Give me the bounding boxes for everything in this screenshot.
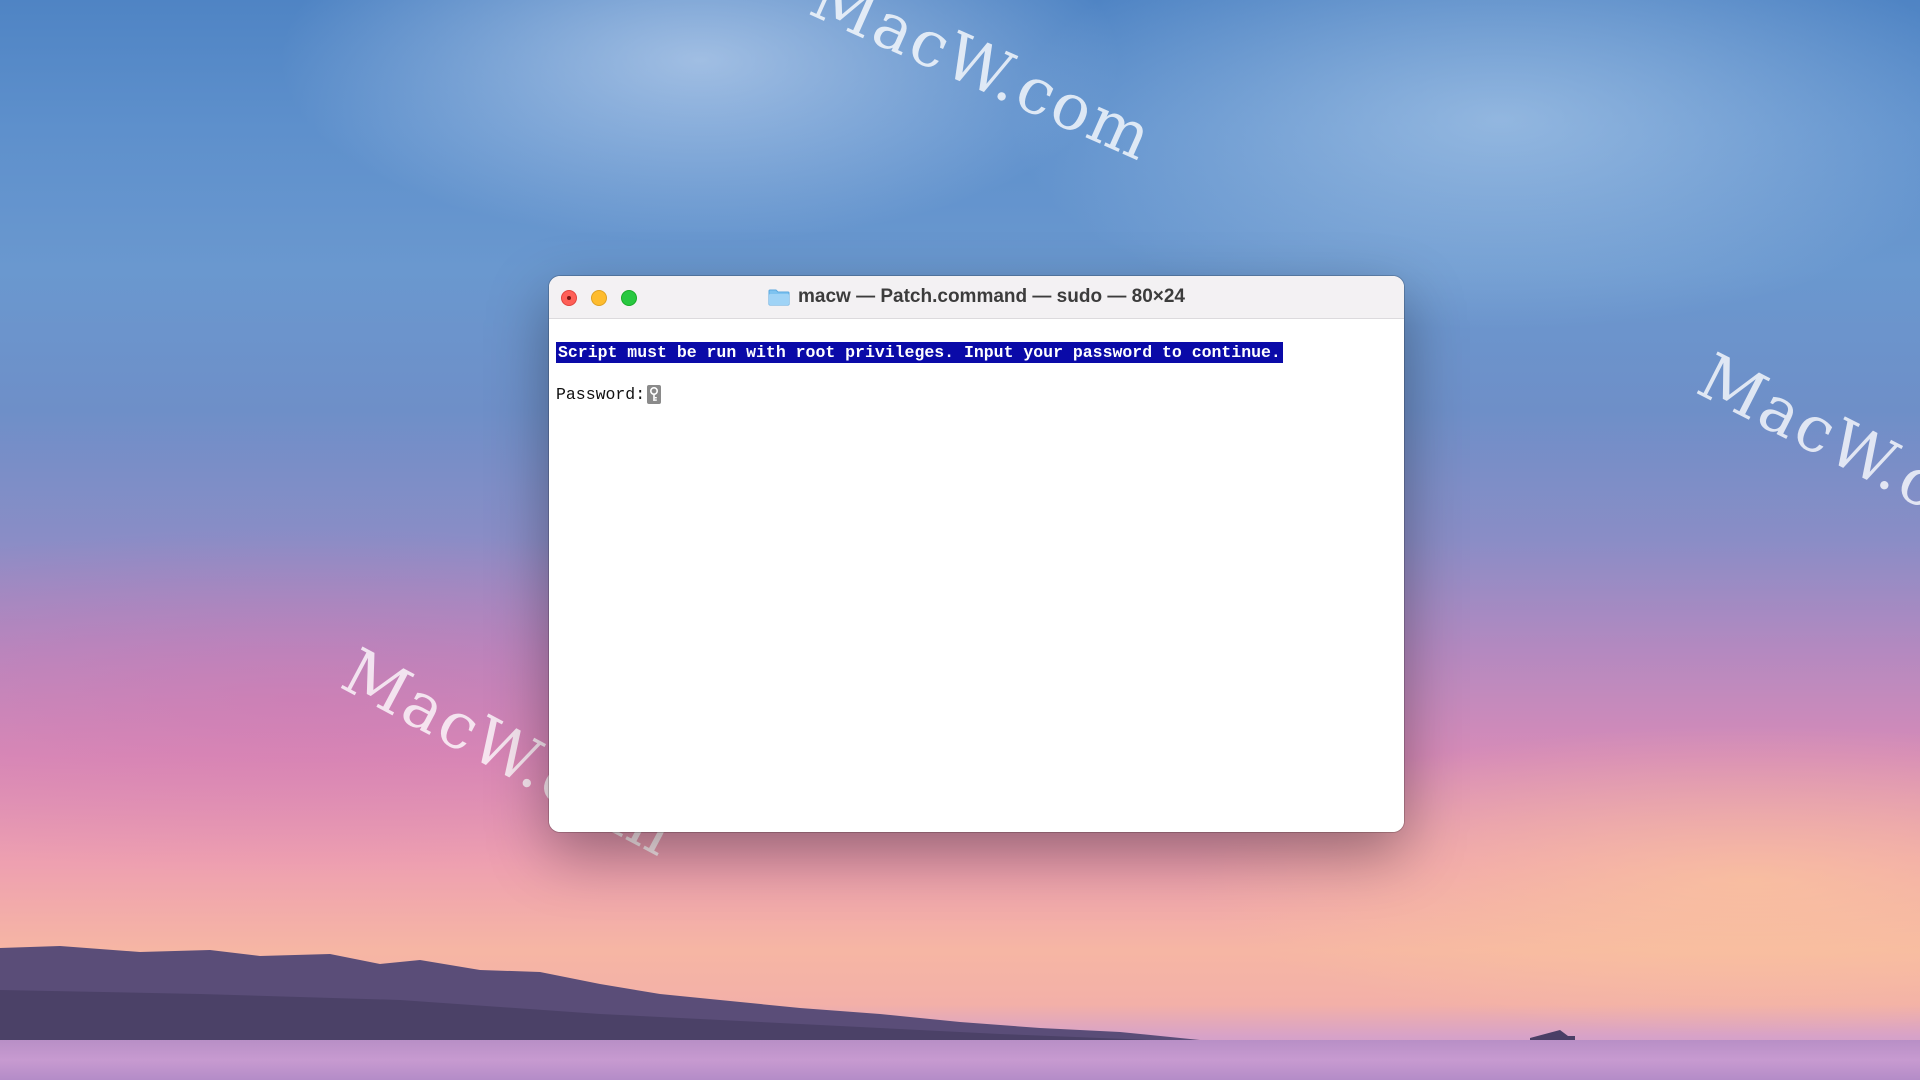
watermark: MacW.com — [799, 0, 1164, 177]
password-prompt[interactable]: Password: — [556, 385, 662, 404]
folder-icon — [768, 289, 790, 306]
window-titlebar[interactable]: macw — Patch.command — sudo — 80×24 — [549, 276, 1404, 319]
password-prompt-label: Password: — [556, 385, 646, 404]
watermark: MacW.com — [1686, 340, 1920, 572]
terminal-window[interactable]: macw — Patch.command — sudo — 80×24 Scri… — [549, 276, 1404, 832]
sea — [0, 1040, 1920, 1080]
terminal-content[interactable]: Script must be run with root privileges.… — [549, 319, 1404, 832]
window-title-text: macw — Patch.command — sudo — 80×24 — [798, 286, 1185, 307]
key-icon — [647, 385, 662, 404]
terminal-output-line: Script must be run with root privileges.… — [556, 342, 1283, 363]
window-title: macw — Patch.command — sudo — 80×24 — [549, 276, 1404, 318]
